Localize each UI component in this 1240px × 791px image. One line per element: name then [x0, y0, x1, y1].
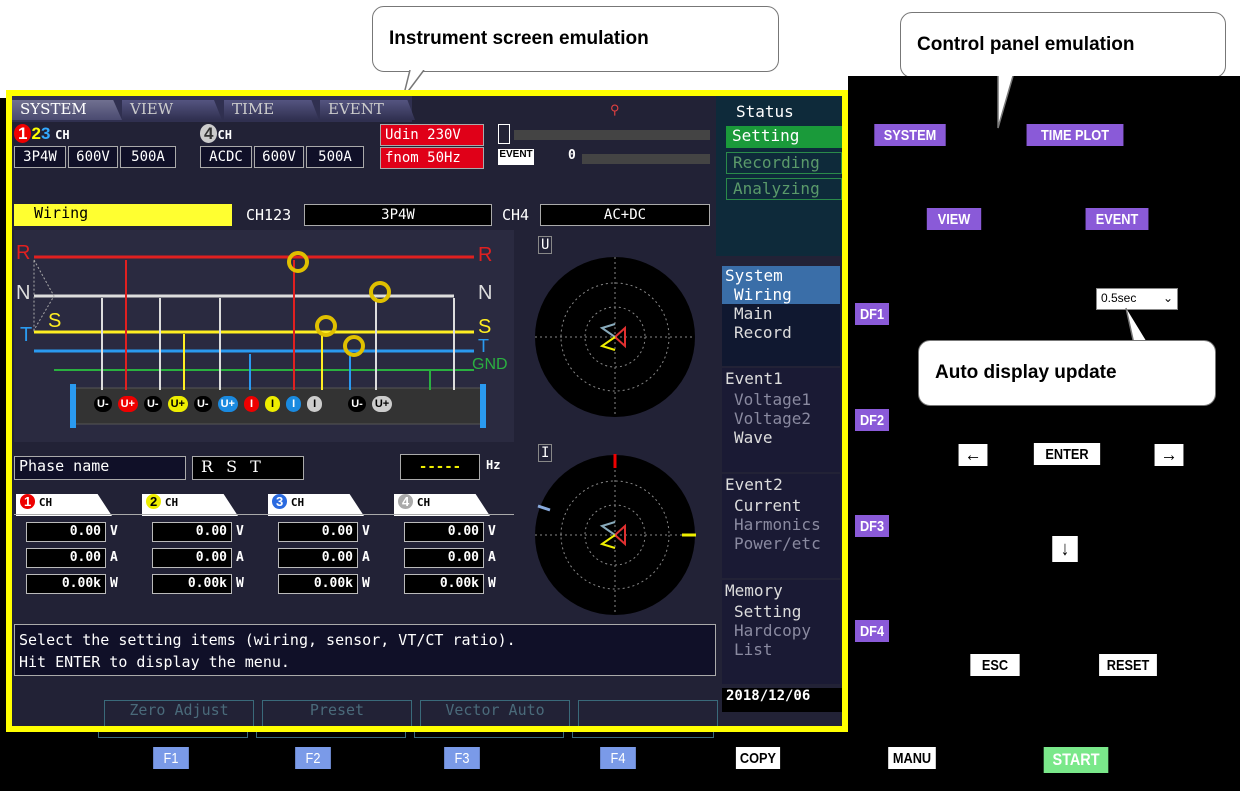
ch2-power: 0.00k — [152, 574, 232, 594]
ch4-tab: 4 CH — [394, 494, 490, 516]
ch3-power: 0.00k — [278, 574, 358, 594]
fnom-value: fnom 50Hz — [380, 147, 484, 169]
start-button[interactable]: START — [1043, 747, 1109, 773]
ch4-current: 500A — [306, 146, 364, 168]
menu-item-current[interactable]: Current — [722, 496, 840, 515]
time-plot-button[interactable]: TIME PLOT — [1026, 124, 1124, 146]
network-icon: ⚲ — [610, 102, 620, 117]
date-display: 2018/12/06 — [722, 688, 842, 712]
event-badge: EVENT — [498, 149, 534, 165]
menu-item-wiring[interactable]: Wiring — [722, 285, 840, 304]
event-count: 0 — [568, 148, 576, 163]
menu-memory: Memory Setting Hardcopy List — [722, 580, 840, 684]
frequency-unit: Hz — [486, 458, 501, 472]
system-button[interactable]: SYSTEM — [874, 124, 946, 146]
menu-item-record[interactable]: Record — [722, 323, 840, 342]
ch123-current: 500A — [120, 146, 176, 168]
status-analyzing: Analyzing — [726, 178, 842, 200]
voltage-phasor: U — [516, 232, 716, 442]
ch2-tab: 2 CH — [142, 494, 238, 516]
f2-function: Preset — [262, 700, 412, 726]
down-arrow-button[interactable]: ↓ — [1052, 536, 1078, 562]
ch1-power: 0.00k — [26, 574, 106, 594]
ch1-voltage: 0.00 — [26, 522, 106, 542]
df1-button[interactable]: DF1 — [855, 303, 889, 325]
menu-event1: Event1 Voltage1 Voltage2 Wave — [722, 368, 840, 472]
wiring-label[interactable]: Wiring — [14, 204, 232, 226]
instrument-screen: SYSTEM VIEW TIME PLOT EVENT ⚲ 1 23 CH 3P4… — [6, 90, 848, 732]
view-button[interactable]: VIEW — [926, 208, 982, 230]
ch3-voltage: 0.00 — [278, 522, 358, 542]
current-phasor: I — [516, 442, 716, 622]
f2-button[interactable]: F2 — [295, 747, 331, 769]
ch4-label: CH4 — [502, 206, 530, 224]
ch123-wiring-value[interactable]: 3P4W — [304, 204, 492, 226]
ch4-header: 4 CH — [200, 124, 232, 144]
menu-system: System Wiring Main Record — [722, 266, 840, 366]
chevron-down-icon: ⌄ — [1162, 291, 1173, 305]
ch4-voltage: 0.00 — [404, 522, 484, 542]
enter-button[interactable]: ENTER — [1033, 443, 1101, 465]
status-recording: Recording — [726, 152, 842, 174]
df3-button[interactable]: DF3 — [855, 515, 889, 537]
menu-item-wave[interactable]: Wave — [722, 428, 840, 447]
ch123-header: 1 23 CH — [14, 124, 70, 144]
right-arrow-button[interactable]: → — [1154, 444, 1184, 466]
f3-button[interactable]: F3 — [444, 747, 480, 769]
ch4-wiring-value[interactable]: AC+DC — [540, 204, 710, 226]
ch4-voltage: 600V — [254, 146, 304, 168]
ch123-label: CH123 — [246, 206, 292, 224]
ch123-voltage: 600V — [68, 146, 118, 168]
ch1-current: 0.00 — [26, 548, 106, 568]
ch4-current: 0.00 — [404, 548, 484, 568]
df4-button[interactable]: DF4 — [855, 620, 889, 642]
ch123-wiring: 3P4W — [14, 146, 66, 168]
ch4-mode: ACDC — [200, 146, 252, 168]
ch3-current: 0.00 — [278, 548, 358, 568]
ch1-tab: 1 CH — [16, 494, 112, 516]
f4-function — [578, 700, 718, 726]
ch4-power: 0.00k — [404, 574, 484, 594]
df2-button[interactable]: DF2 — [855, 409, 889, 431]
callout-pointer — [997, 76, 1014, 129]
phase-name-value[interactable]: R S T — [192, 456, 304, 480]
help-message: Select the setting items (wiring, sensor… — [14, 624, 716, 676]
left-arrow-button[interactable]: ← — [958, 444, 988, 466]
menu-item-setting[interactable]: Setting — [722, 602, 840, 621]
reset-button[interactable]: RESET — [1099, 654, 1157, 676]
event-button[interactable]: EVENT — [1085, 208, 1149, 230]
manu-button[interactable]: MANU — [888, 747, 936, 769]
f1-function: Zero Adjust — [104, 700, 254, 726]
instrument-screen-callout: Instrument screen emulation — [372, 6, 779, 72]
tab-system[interactable]: SYSTEM — [12, 100, 122, 120]
f4-button[interactable]: F4 — [600, 747, 636, 769]
esc-button[interactable]: ESC — [970, 654, 1020, 676]
menu-item-main[interactable]: Main — [722, 304, 840, 323]
ch3-tab: 3 CH — [268, 494, 364, 516]
status-setting: Setting — [726, 126, 842, 148]
ch2-current: 0.00 — [152, 548, 232, 568]
wiring-diagram: R N S T R N S T GND U- U+ U- U+ U- U+ I … — [14, 230, 514, 442]
udin-value: Udin 230V — [380, 124, 484, 146]
tab-time-plot[interactable]: TIME PLOT — [224, 100, 319, 120]
frequency-value: ----- — [400, 454, 480, 480]
menu-event2: Event2 Current Harmonics Power/etc — [722, 474, 840, 578]
f1-button[interactable]: F1 — [153, 747, 189, 769]
tab-event[interactable]: EVENT — [320, 100, 415, 120]
tab-view[interactable]: VIEW — [122, 100, 222, 120]
status-title: Status — [736, 102, 794, 121]
phase-name-label: Phase name — [14, 456, 186, 480]
auto-display-update-callout: Auto display update — [918, 340, 1216, 406]
f3-function: Vector Auto — [420, 700, 570, 726]
ch2-voltage: 0.00 — [152, 522, 232, 542]
control-panel-callout: Control panel emulation — [900, 12, 1226, 78]
copy-button[interactable]: COPY — [735, 747, 781, 769]
